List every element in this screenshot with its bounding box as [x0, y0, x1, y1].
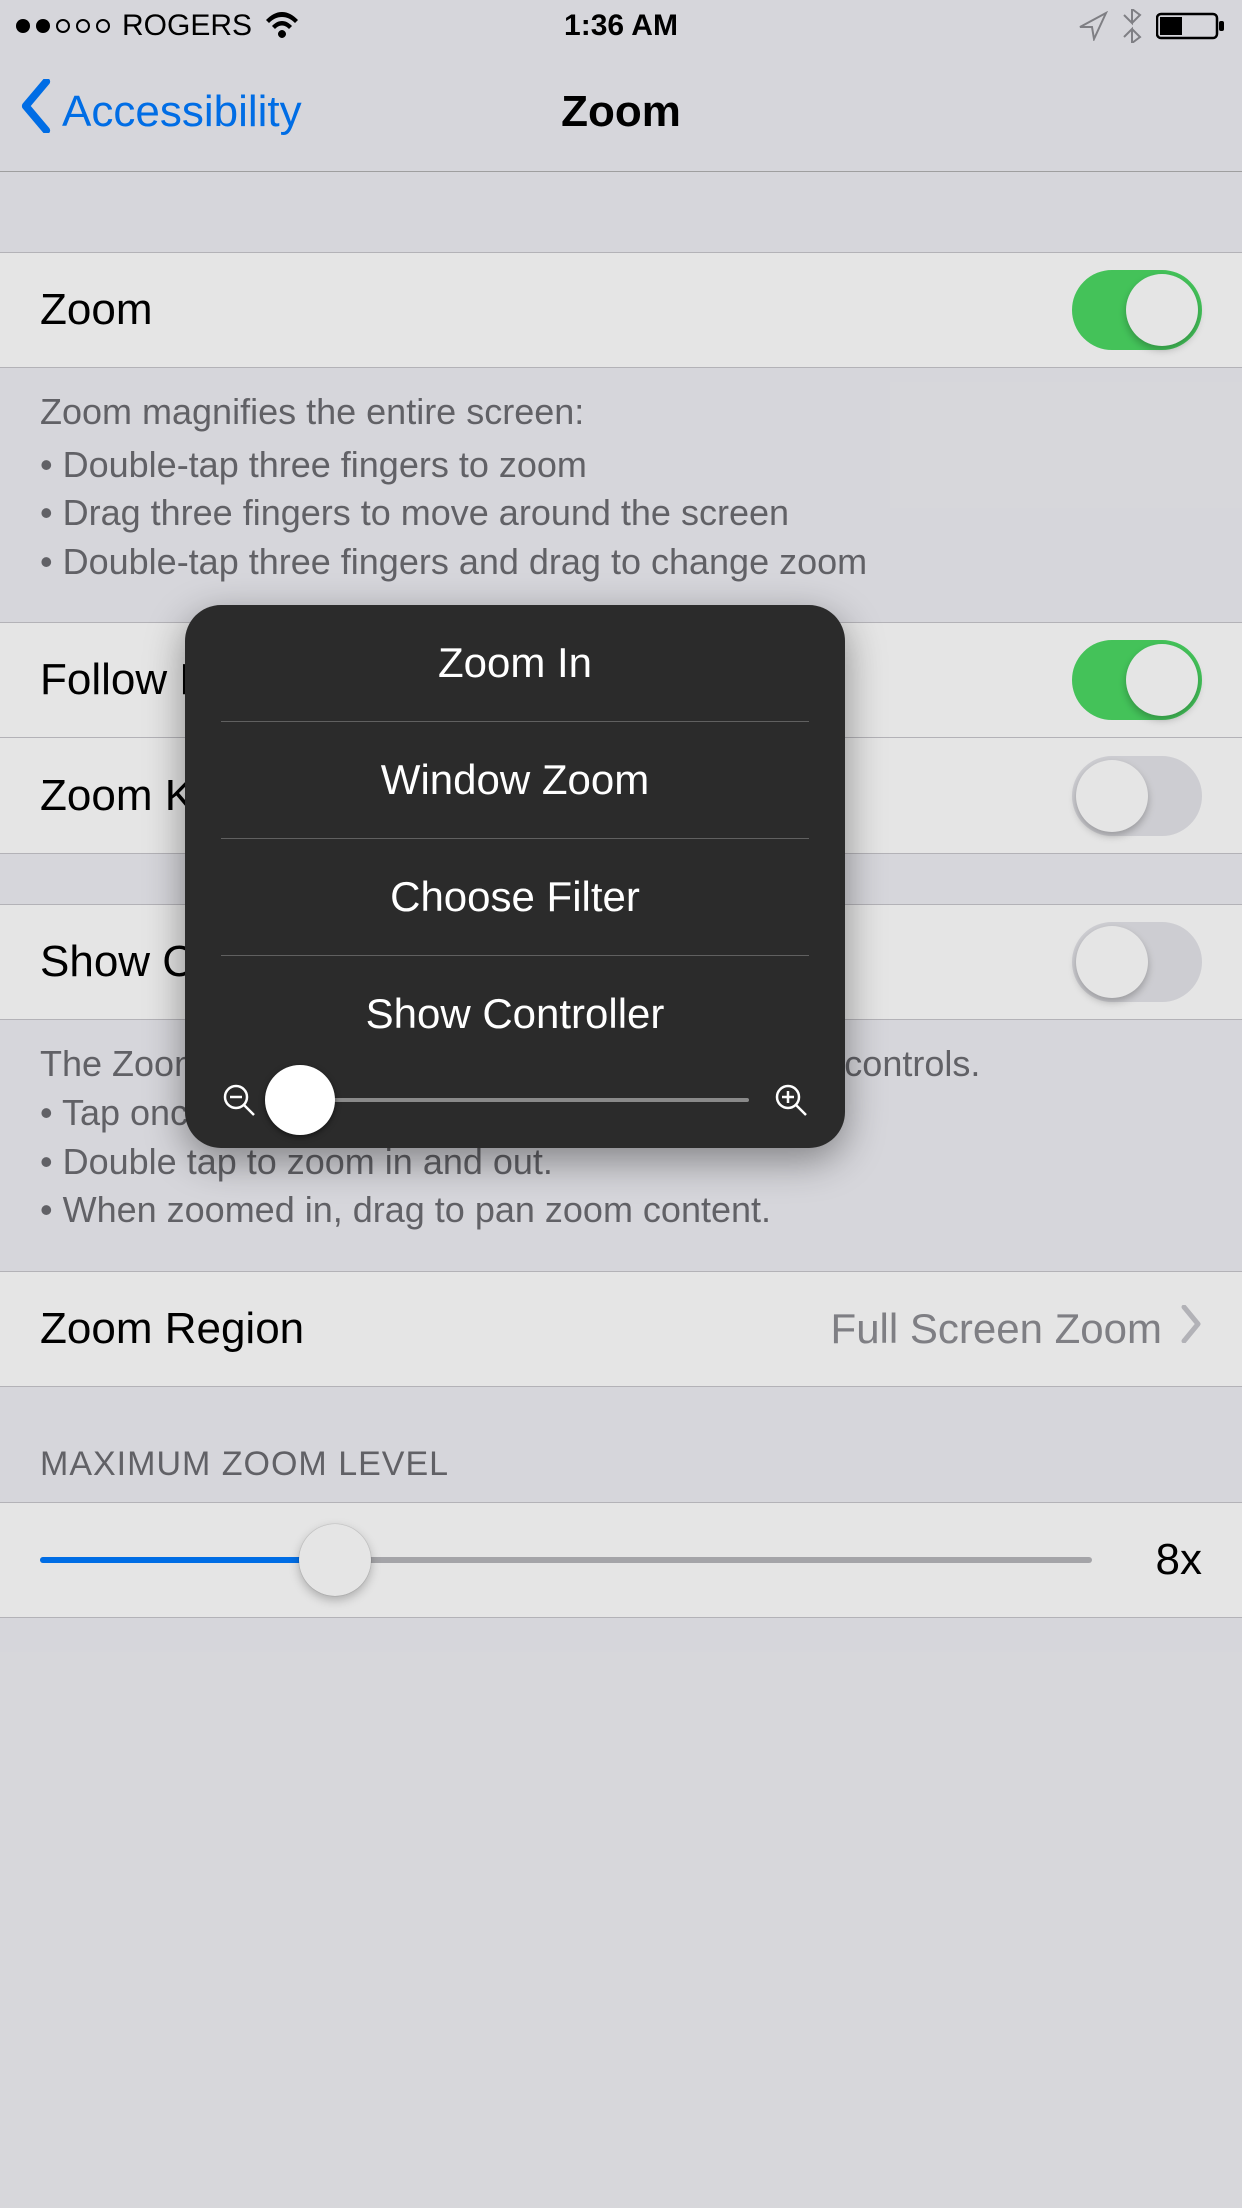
battery-icon	[1156, 11, 1226, 41]
follow-focus-toggle[interactable]	[1072, 640, 1202, 720]
max-zoom-row: 8x	[0, 1502, 1242, 1618]
location-icon	[1078, 11, 1108, 41]
zoom-footer-l3: • Double-tap three fingers and drag to c…	[40, 538, 1202, 587]
chevron-left-icon	[20, 79, 52, 144]
zoom-keyboard-toggle[interactable]	[1072, 756, 1202, 836]
status-right	[1078, 9, 1226, 43]
max-zoom-value: 8x	[1122, 1535, 1202, 1585]
bluetooth-icon	[1122, 9, 1142, 43]
popover-zoom-in[interactable]: Zoom In	[185, 605, 845, 721]
zoom-row: Zoom	[0, 252, 1242, 368]
back-button[interactable]: Accessibility	[0, 79, 302, 144]
zoom-footer-l2: • Drag three fingers to move around the …	[40, 489, 1202, 538]
controller-footer-l3: • When zoomed in, drag to pan zoom conte…	[40, 1186, 1202, 1235]
zoom-footer-l1: • Double-tap three fingers to zoom	[40, 441, 1202, 490]
chevron-right-icon	[1180, 1305, 1202, 1353]
signal-dots	[16, 19, 110, 33]
zoom-in-icon[interactable]	[773, 1082, 809, 1118]
popover-show-controller[interactable]: Show Controller	[185, 956, 845, 1072]
popover-choose-filter[interactable]: Choose Filter	[185, 839, 845, 955]
zoom-footer: Zoom magnifies the entire screen: • Doub…	[0, 368, 1242, 622]
zoom-toggle[interactable]	[1072, 270, 1202, 350]
back-label: Accessibility	[62, 87, 302, 137]
popover-zoom-slider[interactable]	[281, 1098, 749, 1102]
status-time: 1:36 AM	[564, 9, 678, 43]
carrier-label: ROGERS	[122, 9, 252, 43]
popover-zoom-slider-row	[185, 1072, 845, 1118]
status-bar: ROGERS 1:36 AM	[0, 0, 1242, 52]
popover-slider-thumb[interactable]	[265, 1065, 335, 1135]
zoom-region-label: Zoom Region	[40, 1304, 304, 1354]
popover-window-zoom[interactable]: Window Zoom	[185, 722, 845, 838]
zoom-label: Zoom	[40, 285, 152, 335]
zoom-region-value: Full Screen Zoom	[831, 1305, 1162, 1353]
show-controller-toggle[interactable]	[1072, 922, 1202, 1002]
nav-bar: Accessibility Zoom	[0, 52, 1242, 172]
slider-thumb[interactable]	[299, 1524, 371, 1596]
zoom-out-icon[interactable]	[221, 1082, 257, 1118]
max-zoom-header: MAXIMUM ZOOM LEVEL	[0, 1387, 1242, 1502]
zoom-footer-title: Zoom magnifies the entire screen:	[40, 388, 1202, 437]
max-zoom-slider[interactable]	[40, 1557, 1092, 1563]
zoom-region-row[interactable]: Zoom Region Full Screen Zoom	[0, 1271, 1242, 1387]
status-left: ROGERS	[16, 9, 300, 43]
wifi-icon	[264, 12, 300, 40]
zoom-popover: Zoom In Window Zoom Choose Filter Show C…	[185, 605, 845, 1148]
page-title: Zoom	[561, 87, 681, 137]
